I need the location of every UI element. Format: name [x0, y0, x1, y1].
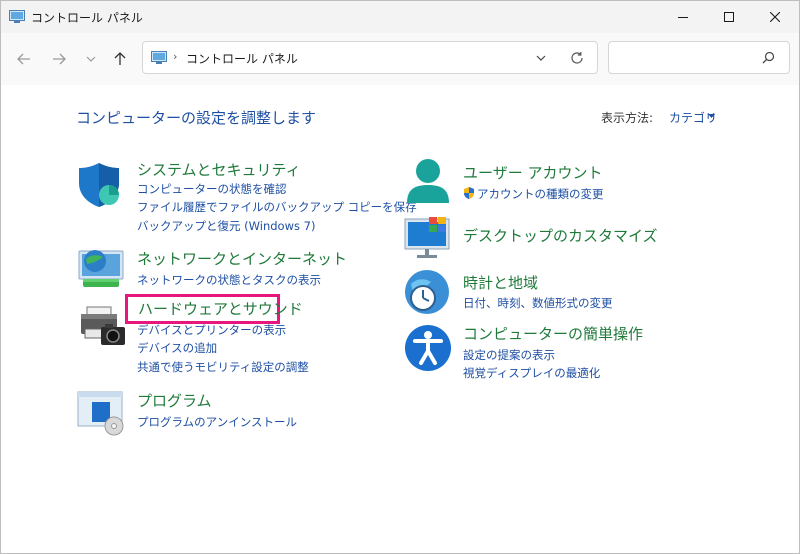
navigation-toolbar: › コントロール パネル ›	[1, 33, 799, 85]
arrow-right-icon	[53, 53, 66, 65]
maximize-button[interactable]	[706, 1, 752, 33]
up-button[interactable]	[106, 45, 134, 73]
link-backup-restore[interactable]: バックアップと復元 (Windows 7)	[137, 218, 315, 234]
forward-button[interactable]	[45, 45, 73, 73]
caret-down-icon[interactable]	[708, 114, 715, 118]
user-accounts-icon[interactable]	[403, 157, 453, 205]
network-globe-icon[interactable]	[77, 245, 125, 289]
chevron-down-icon	[536, 55, 546, 61]
recent-locations-button[interactable]	[77, 45, 105, 73]
close-button[interactable]	[752, 1, 798, 33]
address-history-button[interactable]	[532, 50, 550, 66]
page-title: コンピューターの設定を調整します	[76, 109, 317, 127]
desktop-customize-icon[interactable]	[403, 215, 453, 259]
maximize-icon	[724, 12, 734, 22]
breadcrumb-separator[interactable]: ›	[277, 50, 281, 63]
link-network-status-tasks[interactable]: ネットワークの状態とタスクの表示	[137, 272, 321, 288]
link-check-computer-status[interactable]: コンピューターの状態を確認	[137, 181, 287, 197]
search-icon	[762, 51, 775, 64]
category-network-internet[interactable]: ネットワークとインターネット	[137, 248, 347, 269]
link-add-device[interactable]: デバイスの追加	[137, 340, 217, 356]
programs-icon[interactable]	[76, 390, 126, 436]
link-devices-printers[interactable]: デバイスとプリンターの表示	[137, 322, 286, 338]
chevron-down-icon	[86, 56, 96, 62]
link-file-history-backup[interactable]: ファイル履歴でファイルのバックアップ コピーを保存	[137, 199, 417, 215]
control-panel-icon	[9, 10, 25, 23]
link-change-account-type[interactable]: アカウントの種類の変更	[477, 186, 604, 202]
link-change-date-time-format[interactable]: 日付、時刻、数値形式の変更	[463, 295, 613, 311]
control-panel-icon	[151, 51, 167, 64]
uac-shield-icon	[464, 187, 474, 199]
close-icon	[770, 12, 780, 22]
window-title: コントロール パネル	[31, 11, 143, 25]
accessibility-icon[interactable]	[403, 323, 453, 373]
back-button[interactable]	[10, 45, 38, 73]
category-system-security[interactable]: システムとセキュリティ	[137, 159, 301, 180]
link-mobility-settings[interactable]: 共通で使うモビリティ設定の調整	[137, 359, 309, 375]
search-input[interactable]	[608, 41, 790, 74]
link-uninstall-program[interactable]: プログラムのアンインストール	[137, 414, 297, 430]
category-clock-region[interactable]: 時計と地域	[463, 272, 538, 293]
arrow-up-icon	[114, 52, 126, 65]
link-optimize-visual-display[interactable]: 視覚ディスプレイの最適化	[463, 365, 600, 381]
refresh-button[interactable]	[568, 49, 586, 67]
arrow-left-icon	[17, 53, 30, 65]
view-by-label: 表示方法:	[601, 111, 654, 125]
category-programs[interactable]: プログラム	[137, 390, 212, 411]
printer-camera-icon[interactable]	[79, 305, 127, 351]
category-appearance-personalization[interactable]: デスクトップのカスタマイズ	[463, 225, 658, 246]
category-ease-of-access[interactable]: コンピューターの簡単操作	[463, 323, 643, 344]
control-panel-window: コントロール パネル › コントロール パネル › コンピューターの設定を調整し…	[0, 0, 800, 554]
minimize-button[interactable]	[660, 1, 706, 33]
refresh-icon	[571, 52, 583, 64]
category-user-accounts[interactable]: ユーザー アカウント	[463, 162, 602, 183]
main-content: コンピューターの設定を調整します 表示方法: カテゴリ システムとセキュリティ …	[1, 85, 799, 553]
breadcrumb-separator[interactable]: ›	[173, 50, 177, 63]
link-recommended-settings[interactable]: 設定の提案の表示	[463, 347, 555, 363]
category-hardware-sound[interactable]: ハードウェアとサウンド	[138, 298, 303, 319]
title-bar[interactable]: コントロール パネル	[1, 1, 799, 33]
clock-globe-icon[interactable]	[403, 268, 453, 316]
minimize-icon	[678, 16, 688, 18]
shield-icon[interactable]	[77, 161, 123, 209]
address-bar[interactable]: › コントロール パネル ›	[142, 41, 598, 74]
